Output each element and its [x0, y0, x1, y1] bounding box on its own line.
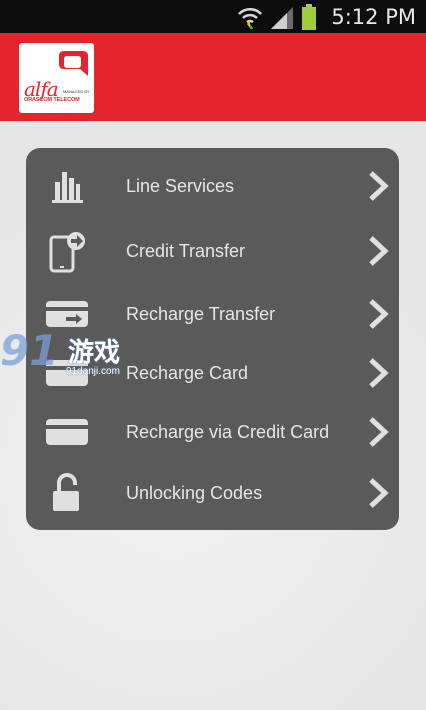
alfa-logo[interactable]: alfa MANAGED BY ORASCOM TELECOM: [19, 43, 94, 113]
signal-icon: [271, 6, 294, 29]
menu-item-credit-transfer[interactable]: Credit Transfer: [26, 223, 399, 279]
chevron-right-icon: [369, 236, 389, 266]
chevron-right-icon: [369, 171, 389, 201]
watermark-chinese-text: 游戏: [68, 337, 121, 367]
menu-item-recharge-via-credit-card[interactable]: Recharge via Credit Card: [26, 404, 399, 460]
menu-item-label: Recharge via Credit Card: [126, 421, 330, 442]
credit-card-icon: [44, 409, 90, 455]
app-header: alfa MANAGED BY ORASCOM TELECOM: [0, 33, 426, 121]
status-bar: 5:12 PM: [0, 0, 426, 33]
padlock-icon: [44, 470, 90, 516]
menu-item-label: Credit Transfer: [126, 240, 246, 261]
logo-tagline: MANAGED BY: [63, 89, 90, 94]
battery-icon: [302, 3, 317, 30]
watermark-number: 91: [0, 326, 59, 375]
menu-item-label: Unlocking Codes: [126, 482, 263, 503]
site-watermark: 91 游戏 91danji.com: [0, 326, 140, 382]
menu-item-label: Recharge Transfer: [126, 303, 276, 324]
wifi-icon: [238, 7, 263, 29]
menu-item-label: Recharge Card: [126, 362, 249, 383]
logo-company: ORASCOM TELECOM: [24, 97, 80, 103]
chevron-right-icon: [369, 358, 389, 388]
menu-item-label: Line Services: [126, 175, 235, 196]
chevron-right-icon: [369, 478, 389, 508]
chevron-right-icon: [369, 299, 389, 329]
menu-item-unlocking-codes[interactable]: Unlocking Codes: [26, 465, 399, 521]
phone-transfer-icon: [44, 228, 90, 274]
chevron-right-icon: [369, 417, 389, 447]
status-time: 5:12 PM: [331, 4, 416, 29]
watermark-url: 91danji.com: [66, 366, 120, 377]
menu-item-line-services[interactable]: Line Services: [26, 158, 399, 214]
bar-chart-icon: [44, 163, 90, 209]
